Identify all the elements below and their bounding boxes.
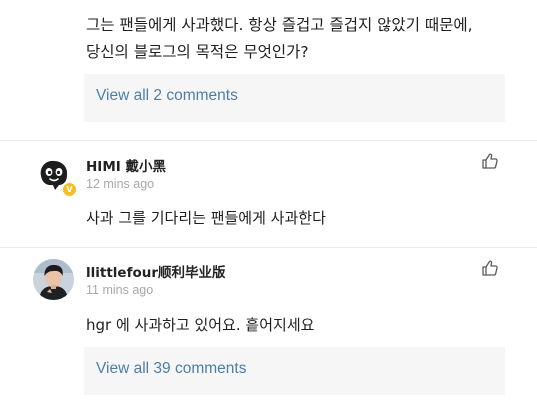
avatar[interactable]: V bbox=[33, 154, 77, 197]
replies-panel: View all 2 comments bbox=[84, 74, 505, 122]
thumbs-up-icon[interactable] bbox=[481, 152, 499, 170]
comment-username[interactable]: HIMI 戴小黑 bbox=[86, 155, 166, 175]
divider bbox=[0, 247, 537, 248]
avatar[interactable] bbox=[33, 259, 74, 300]
comment-text: hgr 에 사과하고 있어요. 흩어지세요 bbox=[86, 316, 315, 334]
replies-panel: View all 39 comments bbox=[84, 347, 505, 395]
verified-badge: V bbox=[62, 182, 77, 197]
divider bbox=[0, 140, 537, 141]
view-all-comments-link[interactable]: View all 2 comments bbox=[96, 87, 238, 105]
comment-text: 사과 그를 기다리는 팬들에게 사과한다 bbox=[86, 209, 326, 227]
comment-username[interactable]: llittlefour顺利毕业版 bbox=[86, 261, 226, 281]
thumbs-up-icon[interactable] bbox=[481, 259, 499, 277]
comment-timestamp: 12 mins ago bbox=[86, 177, 155, 191]
view-all-comments-link[interactable]: View all 39 comments bbox=[96, 360, 246, 378]
person-photo-icon bbox=[33, 259, 74, 300]
comment-timestamp: 11 mins ago bbox=[86, 283, 154, 297]
previous-comment-text: 그는 팬들에게 사과했다. 항상 즐겁고 즐겁지 않았기 때문에, 당신의 블로… bbox=[86, 16, 473, 61]
